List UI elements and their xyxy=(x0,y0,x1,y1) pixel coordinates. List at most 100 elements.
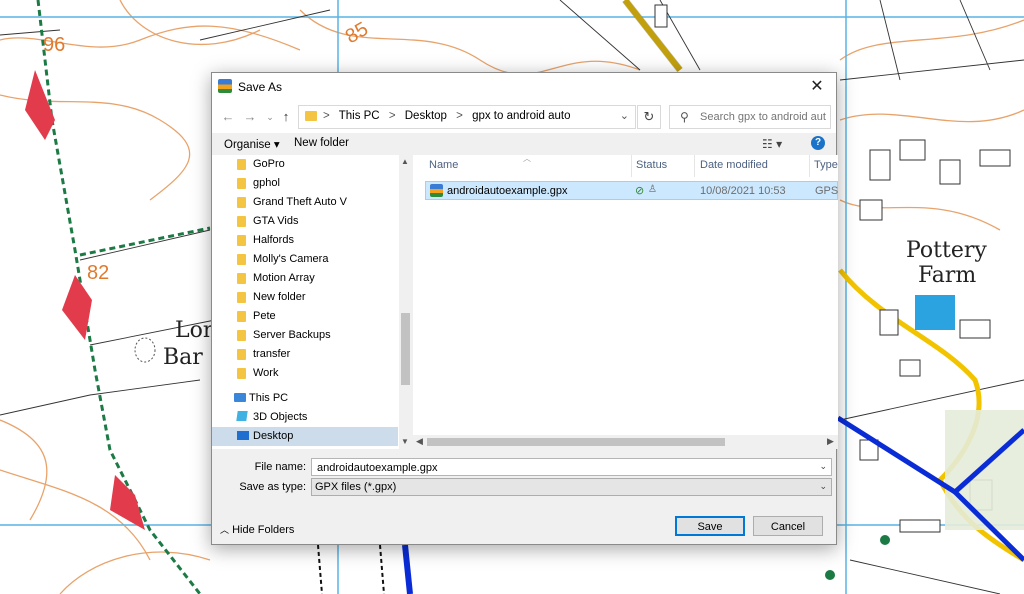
computer-icon xyxy=(234,393,246,402)
nav-folder-label: GTA Vids xyxy=(253,215,299,227)
file-row[interactable]: androidautoexample.gpx ⊘ ♙ 10/08/2021 10… xyxy=(425,181,838,200)
scrollbar-thumb[interactable] xyxy=(427,438,725,446)
cancel-button[interactable]: Cancel xyxy=(753,516,823,536)
scroll-up-icon[interactable]: ▲ xyxy=(401,157,409,166)
nav-folder-item[interactable]: Molly's Camera xyxy=(212,250,398,269)
new-folder-button[interactable]: New folder xyxy=(294,137,349,149)
nav-folder-label: Motion Array xyxy=(253,272,315,284)
folder-icon xyxy=(237,311,246,322)
dialog-title: Save As xyxy=(238,80,283,94)
organise-button[interactable]: Organise ▾ xyxy=(224,137,280,151)
nav-this-pc-label: This PC xyxy=(249,392,289,404)
folder-icon xyxy=(305,111,317,121)
save-as-type-select[interactable]: GPX files (*.gpx) ⌄ xyxy=(311,478,832,496)
back-arrow-icon[interactable]: ← xyxy=(220,109,236,125)
address-bar[interactable]: > This PC > Desktop > gpx to android aut… xyxy=(298,105,636,129)
dialog-titlebar[interactable]: Save As ✕ xyxy=(212,73,836,101)
view-options-icon[interactable]: ☷ ▾ xyxy=(762,137,782,151)
gpx-file-icon xyxy=(430,184,443,197)
nav-folder-label: Work xyxy=(253,367,279,379)
file-name-input[interactable] xyxy=(315,460,809,476)
navigation-row: ← → ⌄ ↑ > This PC > Desktop > gpx to and… xyxy=(212,101,836,133)
forward-arrow-icon[interactable]: → xyxy=(242,109,258,125)
breadcrumb-separator: > xyxy=(388,110,396,122)
save-button[interactable]: Save xyxy=(675,516,745,536)
breadcrumb-separator: > xyxy=(456,110,463,122)
folder-icon xyxy=(237,273,246,284)
navigation-pane: GoPro gphol Grand Theft Auto V GTA Vids … xyxy=(212,155,412,449)
place-label: Pottery xyxy=(906,238,987,263)
save-as-type-row: Save as type: GPX files (*.gpx) ⌄ xyxy=(212,478,838,498)
chevron-down-icon[interactable]: ⌄ xyxy=(819,461,827,472)
recent-locations-chevron-icon[interactable]: ⌄ xyxy=(262,109,278,125)
breadcrumb-desktop[interactable]: Desktop xyxy=(405,110,447,122)
nav-scrollbar[interactable]: ▲ ▼ xyxy=(399,155,412,449)
breadcrumb: > This PC > Desktop > gpx to android aut… xyxy=(323,110,577,122)
nav-folder-label: New folder xyxy=(253,291,306,303)
nav-folder-label: Pete xyxy=(253,310,276,322)
save-as-type-label: Save as type: xyxy=(239,481,306,493)
column-divider[interactable] xyxy=(694,155,695,177)
hide-folders-button[interactable]: ︿ Hide Folders xyxy=(220,523,294,536)
folder-icon xyxy=(237,368,246,379)
nav-folder-item[interactable]: Grand Theft Auto V xyxy=(212,193,398,212)
column-header-date-modified[interactable]: Date modified xyxy=(700,159,768,171)
chevron-down-icon[interactable]: ⌄ xyxy=(620,109,629,122)
folder-icon xyxy=(237,197,246,208)
column-header-name[interactable]: Name xyxy=(429,159,458,171)
folder-icon xyxy=(237,159,246,170)
shared-user-icon: ♙ xyxy=(648,184,657,195)
nav-folder-label: gphol xyxy=(253,177,280,189)
column-header-status[interactable]: Status xyxy=(636,159,667,171)
contour-label: 96 xyxy=(43,34,66,56)
file-name-row: File name: ⌄ xyxy=(212,458,838,478)
nav-folder-item[interactable]: GTA Vids xyxy=(212,212,398,231)
contour-label: 82 xyxy=(87,262,110,284)
folder-icon xyxy=(237,292,246,303)
nav-folder-label: GoPro xyxy=(253,158,285,170)
column-divider[interactable] xyxy=(631,155,632,177)
sync-status-icon: ⊘ xyxy=(635,185,645,197)
up-arrow-icon[interactable]: ↑ xyxy=(278,109,294,125)
folder-icon xyxy=(237,216,246,227)
nav-3d-objects-label: 3D Objects xyxy=(253,411,308,423)
nav-item-desktop[interactable]: Desktop xyxy=(212,427,398,446)
search-icon: ⚲ xyxy=(680,110,689,124)
folder-icon xyxy=(237,254,246,265)
scroll-right-icon[interactable]: ▶ xyxy=(827,436,834,447)
search-input[interactable] xyxy=(698,108,828,126)
nav-folder-label: Server Backups xyxy=(253,329,331,341)
column-header-type[interactable]: Type xyxy=(814,159,838,171)
nav-folder-item[interactable]: Halfords xyxy=(212,231,398,250)
search-box[interactable]: ⚲ xyxy=(669,105,831,129)
chevron-up-icon: ︿ xyxy=(220,525,230,535)
close-button[interactable]: ✕ xyxy=(806,77,828,97)
nav-folder-item[interactable]: Motion Array xyxy=(212,269,398,288)
nav-folder-item[interactable]: New folder xyxy=(212,288,398,307)
folder-icon xyxy=(237,330,246,341)
refresh-icon[interactable]: ↻ xyxy=(637,105,661,129)
scrollbar-thumb[interactable] xyxy=(401,313,410,385)
help-icon[interactable]: ? xyxy=(811,136,825,150)
desktop-icon xyxy=(237,431,249,440)
breadcrumb-separator: > xyxy=(323,110,330,122)
nav-folder-item[interactable]: Pete xyxy=(212,307,398,326)
nav-desktop-label: Desktop xyxy=(253,430,294,442)
chevron-down-icon[interactable]: ⌄ xyxy=(819,481,827,492)
nav-item-3d-objects[interactable]: 3D Objects xyxy=(212,408,398,427)
file-name-field[interactable]: ⌄ xyxy=(311,458,832,476)
nav-folder-item[interactable]: gphol xyxy=(212,174,398,193)
breadcrumb-gpx-folder[interactable]: gpx to android auto xyxy=(472,110,570,122)
breadcrumb-this-pc[interactable]: This PC xyxy=(339,110,380,122)
nav-folder-item[interactable]: Server Backups xyxy=(212,326,398,345)
nav-folder-item[interactable]: Work xyxy=(212,364,398,383)
save-as-type-value: GPX files (*.gpx) xyxy=(315,481,397,493)
file-list-horizontal-scrollbar[interactable]: ◀ ▶ xyxy=(413,435,838,449)
column-divider[interactable] xyxy=(809,155,810,177)
file-list-pane: ︿ Name Status Date modified Type android… xyxy=(413,155,838,449)
nav-folder-item[interactable]: GoPro xyxy=(212,155,398,174)
nav-folder-item[interactable]: transfer xyxy=(212,345,398,364)
scroll-left-icon[interactable]: ◀ xyxy=(416,436,423,447)
scroll-down-icon[interactable]: ▼ xyxy=(401,437,409,446)
nav-item-this-pc[interactable]: This PC xyxy=(212,389,398,408)
